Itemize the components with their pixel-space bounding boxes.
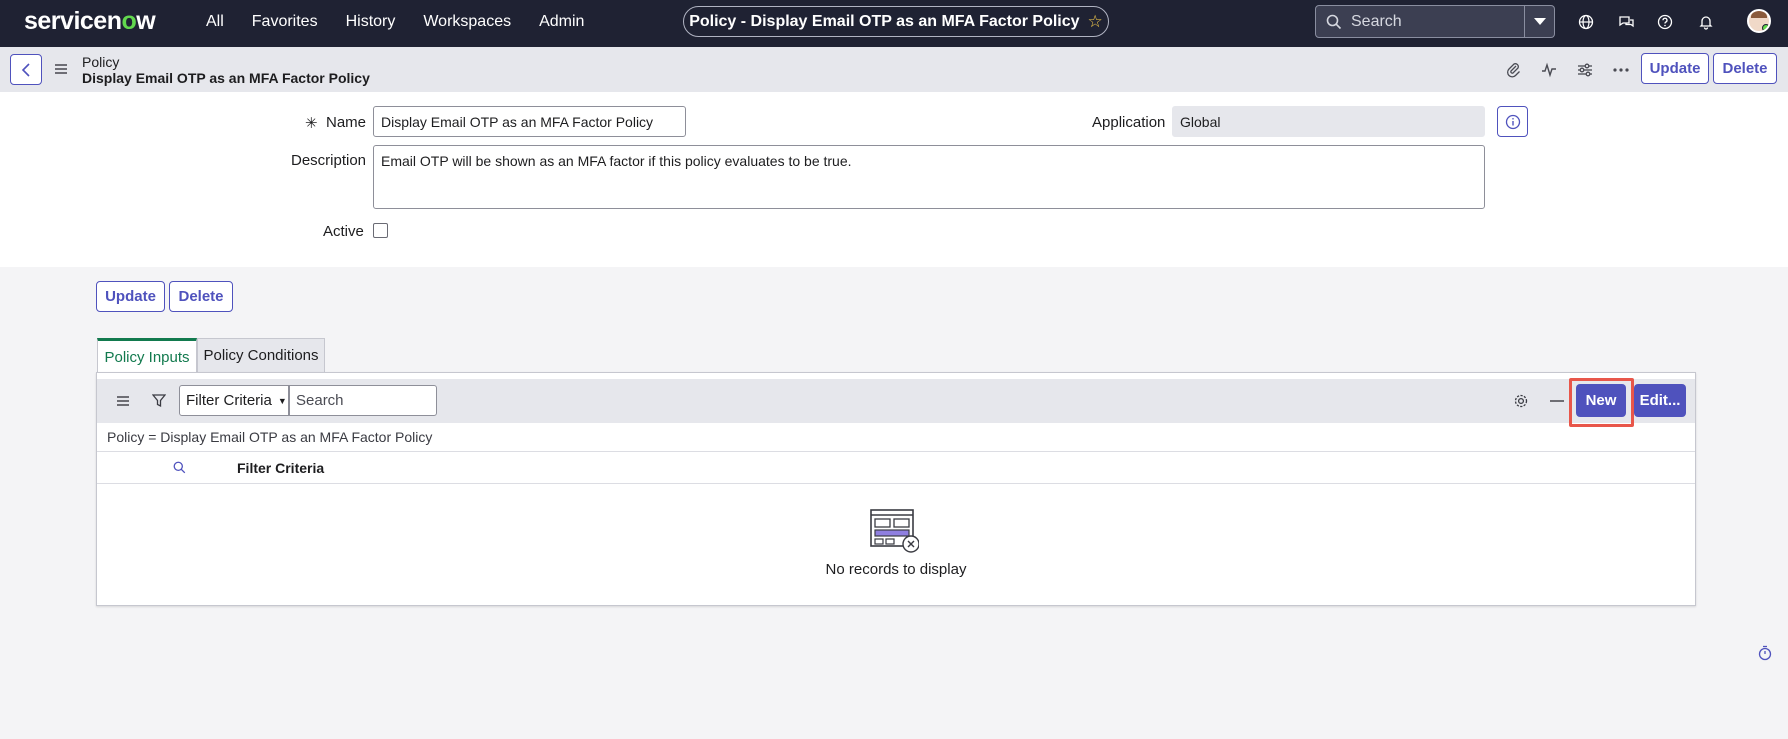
sliders-icon[interactable]: [1575, 60, 1595, 80]
search-icon: [1326, 14, 1342, 29]
list-breadcrumb[interactable]: Policy = Display Email OTP as an MFA Fac…: [107, 429, 432, 445]
global-search[interactable]: Search: [1315, 5, 1525, 38]
top-navigation: servicenow All Favorites History Workspa…: [0, 0, 1788, 47]
nav-link-admin[interactable]: Admin: [539, 13, 584, 31]
header-record-name: Display Email OTP as an MFA Factor Polic…: [82, 70, 370, 86]
back-button[interactable]: [10, 54, 42, 85]
description-field[interactable]: Email OTP will be shown as an MFA factor…: [373, 145, 1485, 209]
nav-link-favorites[interactable]: Favorites: [252, 13, 318, 31]
nav-link-history[interactable]: History: [346, 13, 396, 31]
context-menu-icon[interactable]: [54, 62, 68, 79]
caret-down-icon: [1533, 17, 1546, 25]
nav-link-all[interactable]: All: [206, 13, 224, 31]
record-title-pill[interactable]: Policy - Display Email OTP as an MFA Fac…: [683, 6, 1109, 37]
globe-icon[interactable]: [1576, 12, 1596, 32]
nav-link-workspaces[interactable]: Workspaces: [423, 13, 511, 31]
filter-icon[interactable]: [149, 391, 169, 411]
search-scope-dropdown[interactable]: [1525, 5, 1555, 38]
header-table-label: Policy: [82, 54, 120, 70]
tab-policy-inputs[interactable]: Policy Inputs: [97, 338, 197, 373]
new-button[interactable]: New: [1576, 384, 1626, 417]
policy-form: ✳ Name Application Global Description Em…: [0, 92, 1788, 267]
column-header-filter-criteria[interactable]: Filter Criteria: [237, 460, 324, 476]
column-search-icon[interactable]: [173, 461, 186, 478]
description-label: Description: [291, 152, 367, 169]
filter-field-value: Filter Criteria: [186, 392, 272, 409]
servicenow-logo[interactable]: servicenow: [24, 7, 156, 36]
related-list-panel: Filter Criteria ▼ New Edit... Policy = D…: [96, 372, 1696, 606]
global-search-placeholder: Search: [1351, 12, 1402, 30]
header-delete-button[interactable]: Delete: [1713, 53, 1777, 84]
filter-field-select[interactable]: Filter Criteria ▼: [179, 385, 289, 416]
mandatory-asterisk-icon: ✳: [305, 115, 318, 132]
header-update-button[interactable]: Update: [1641, 53, 1709, 84]
name-label: Name: [326, 114, 367, 131]
edit-button[interactable]: Edit...: [1634, 384, 1686, 417]
more-icon[interactable]: [1611, 60, 1631, 80]
form-update-button[interactable]: Update: [96, 281, 165, 312]
empty-list-icon: [869, 508, 920, 558]
chevron-left-icon: [21, 62, 30, 77]
application-info-button[interactable]: [1497, 106, 1528, 137]
application-label: Application: [1092, 114, 1166, 131]
nav-links: All Favorites History Workspaces Admin: [206, 13, 612, 31]
list-menu-icon[interactable]: [113, 391, 133, 411]
list-header-row: Filter Criteria: [97, 451, 1695, 484]
active-label: Active: [323, 223, 364, 240]
info-icon: [1505, 114, 1520, 129]
user-avatar[interactable]: [1747, 9, 1771, 33]
record-title: Policy - Display Email OTP as an MFA Fac…: [689, 12, 1080, 30]
name-field[interactable]: [373, 106, 686, 137]
list-toolbar: Filter Criteria ▼ New Edit...: [97, 378, 1695, 427]
bell-icon[interactable]: [1696, 12, 1716, 32]
tab-policy-conditions[interactable]: Policy Conditions: [197, 338, 325, 373]
application-field: Global: [1172, 106, 1485, 137]
caret-down-icon: ▼: [277, 395, 287, 406]
avatar-hair: [1751, 11, 1767, 18]
paperclip-icon[interactable]: [1503, 60, 1523, 80]
form-header: Policy Display Email OTP as an MFA Facto…: [0, 47, 1788, 92]
chat-icon[interactable]: [1616, 12, 1636, 32]
active-checkbox[interactable]: [373, 223, 388, 238]
gear-icon[interactable]: [1511, 391, 1531, 411]
help-icon[interactable]: [1655, 12, 1675, 32]
empty-list-message: No records to display: [825, 561, 967, 578]
timer-icon[interactable]: [1758, 645, 1772, 665]
list-search-input[interactable]: [289, 385, 437, 416]
collapse-icon[interactable]: [1547, 391, 1567, 411]
form-delete-button[interactable]: Delete: [169, 281, 233, 312]
activity-icon[interactable]: [1539, 60, 1559, 80]
online-status-dot: [1762, 24, 1769, 31]
star-icon[interactable]: ☆: [1088, 12, 1103, 32]
